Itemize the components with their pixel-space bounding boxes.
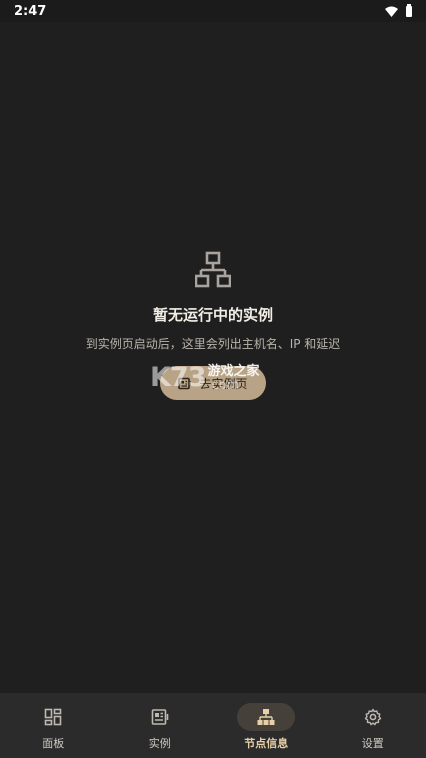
nav-item-instances[interactable]: 实例: [107, 693, 214, 758]
nav-item-dashboard[interactable]: 面板: [0, 693, 107, 758]
status-icons: [385, 3, 412, 17]
status-bar: 2:47: [0, 0, 426, 22]
nav-icon-container: [237, 703, 296, 731]
instance-icon: [151, 709, 169, 725]
sitemap-icon: [257, 709, 275, 725]
go-button-label: 去实例页: [199, 376, 248, 391]
gear-icon: [364, 708, 381, 726]
nav-icon-container: [131, 703, 189, 731]
nav-label-node-info: 节点信息: [244, 737, 289, 750]
sitemap-icon: [195, 251, 231, 288]
nav-label-dashboard: 面板: [42, 737, 65, 750]
nav-label-instances: 实例: [148, 737, 171, 750]
bottom-nav: 面板 实例 节点信息 设置: [0, 693, 426, 758]
status-time: 2:47: [14, 3, 47, 19]
battery-icon: [406, 3, 412, 17]
nav-item-node-info[interactable]: 节点信息: [213, 693, 320, 758]
empty-title: 暂无运行中的实例: [152, 306, 273, 324]
nav-icon-container: [344, 703, 402, 731]
dashboard-icon: [44, 708, 62, 726]
empty-state: 暂无运行中的实例 到实例页启动后，这里会列出主机名、IP 和延迟 去实例页: [0, 250, 426, 400]
go-to-instances-button[interactable]: 去实例页: [160, 366, 266, 400]
instance-icon: [178, 377, 192, 389]
empty-description: 到实例页启动后，这里会列出主机名、IP 和延迟: [85, 337, 341, 351]
wifi-icon: [385, 6, 398, 17]
nav-item-settings[interactable]: 设置: [320, 693, 426, 758]
nav-icon-container: [24, 703, 82, 731]
nav-label-settings: 设置: [361, 737, 384, 750]
